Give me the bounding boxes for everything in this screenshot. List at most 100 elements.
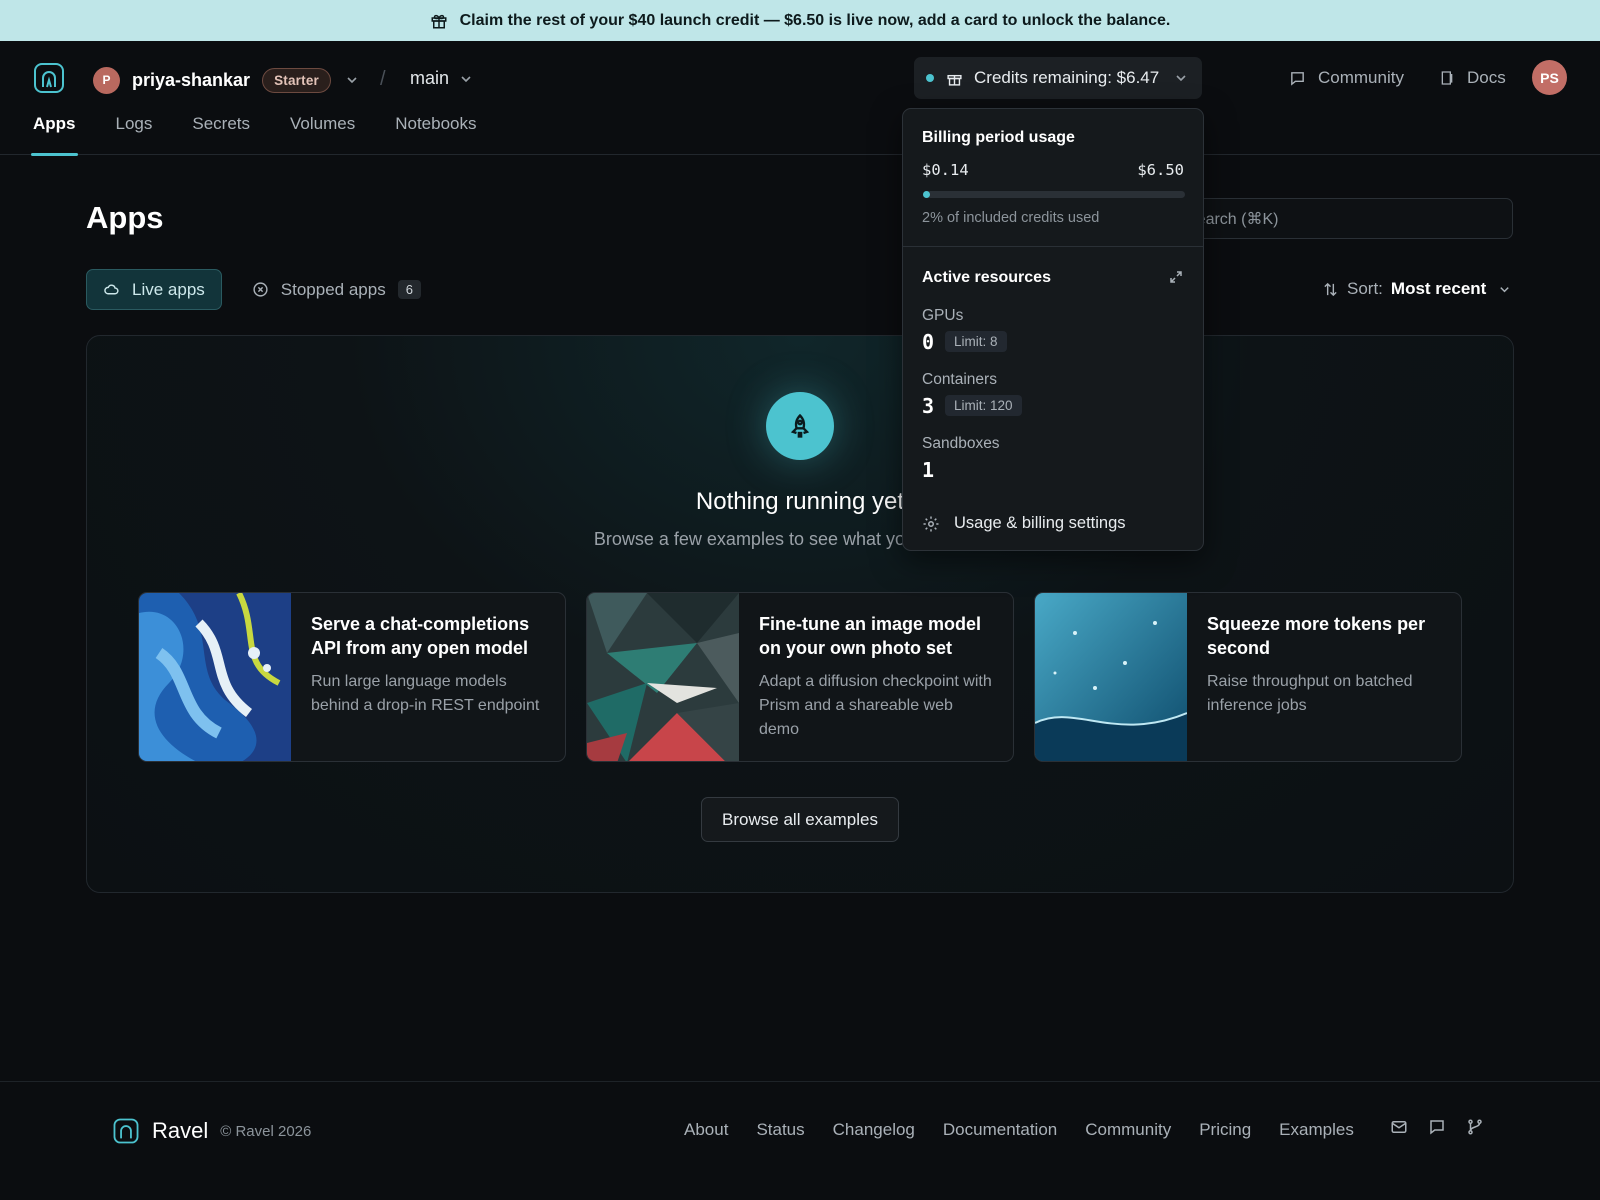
sort-dropdown[interactable]: Sort: Most recent: [1322, 279, 1511, 299]
footer-link-about[interactable]: About: [684, 1120, 728, 1140]
git-branch-icon[interactable]: [1466, 1118, 1484, 1136]
tab-volumes[interactable]: Volumes: [290, 114, 355, 155]
gear-icon: [922, 515, 940, 533]
footer-link-pricing[interactable]: Pricing: [1199, 1120, 1251, 1140]
tab-secrets[interactable]: Secrets: [192, 114, 250, 155]
chat-icon: [1289, 70, 1306, 87]
main-tabs: Apps Logs Secrets Volumes Notebooks: [31, 114, 477, 156]
ravel-logo-icon: [112, 1117, 140, 1145]
chevron-down-icon: [1174, 71, 1188, 85]
empty-state-subtitle: Browse a few examples to see what you co…: [593, 529, 1007, 549]
example-card[interactable]: Squeeze more tokens per second Raise thr…: [1034, 592, 1462, 762]
app-filters: Live apps Stopped apps 6: [86, 269, 421, 310]
environment-name: main: [410, 68, 450, 88]
card-description: Run large language models behind a drop-…: [311, 673, 540, 714]
filter-label: Stopped apps: [280, 279, 386, 299]
divider: [903, 246, 1203, 247]
announcement-banner[interactable]: Claim the rest of your $40 launch credit…: [0, 0, 1600, 41]
usage-title: Billing period usage: [922, 129, 1075, 146]
card-title: Squeeze more tokens per second: [1207, 614, 1426, 658]
resource-value: 1: [922, 458, 935, 482]
resource-label: Containers: [922, 371, 997, 388]
card-title: Serve a chat-completions API from any op…: [311, 614, 530, 658]
page-title: Apps: [86, 200, 164, 235]
community-link-label: Community: [1318, 68, 1404, 87]
status-dot: [926, 74, 934, 82]
usage-used: $0.14: [922, 161, 969, 179]
credits-dropdown-button[interactable]: Credits remaining: $6.47: [914, 57, 1202, 99]
footer-link-documentation[interactable]: Documentation: [943, 1120, 1057, 1140]
resource-limit-badge: Limit: 120: [945, 395, 1022, 416]
example-thumbnail-water: [1035, 593, 1187, 761]
footer-link-community[interactable]: Community: [1085, 1120, 1171, 1140]
docs-link[interactable]: Docs: [1439, 68, 1506, 88]
tab-logs[interactable]: Logs: [116, 114, 153, 155]
sort-label: Sort:: [1347, 279, 1383, 298]
card-description: Adapt a diffusion checkpoint with Prism …: [759, 673, 992, 738]
filter-stopped-apps[interactable]: Stopped apps 6: [252, 269, 421, 310]
example-card[interactable]: Fine-tune an image model on your own pho…: [586, 592, 1014, 762]
footer-link-changelog[interactable]: Changelog: [833, 1120, 915, 1140]
resource-limit-badge: Limit: 8: [945, 331, 1007, 352]
chevron-down-icon: [459, 72, 473, 86]
credits-dropdown-menu: Billing period usage $0.14 $6.50 2% of i…: [902, 108, 1204, 551]
tab-notebooks[interactable]: Notebooks: [395, 114, 476, 155]
usage-progress-fill: [923, 191, 930, 198]
example-card[interactable]: Serve a chat-completions API from any op…: [138, 592, 566, 762]
resource-value: 3: [922, 394, 935, 418]
resource-value: 0: [922, 330, 935, 354]
filter-label: Live apps: [132, 279, 205, 299]
example-thumbnail-low-poly: [587, 593, 739, 761]
mail-icon[interactable]: [1390, 1118, 1408, 1136]
plan-badge: Starter: [262, 67, 331, 93]
browse-examples-button[interactable]: Browse all examples: [701, 797, 899, 842]
card-title: Fine-tune an image model on your own pho…: [759, 614, 982, 658]
usage-total: $6.50: [1137, 161, 1184, 179]
usage-progress-bar: [923, 191, 1185, 198]
footer: Ravel © Ravel 2026 About Status Changelo…: [0, 1081, 1600, 1181]
resource-label: GPUs: [922, 307, 964, 324]
ravel-logo-icon[interactable]: [32, 61, 66, 95]
usage-percent-text: 2% of included credits used: [922, 210, 1100, 226]
footer-links: About Status Changelog Documentation Com…: [684, 1120, 1354, 1140]
expand-icon[interactable]: [1169, 270, 1183, 284]
search-input[interactable]: Search (⌘K): [1185, 198, 1513, 239]
filter-live-apps[interactable]: Live apps: [86, 269, 222, 310]
gift-icon: [946, 70, 963, 87]
rocket-icon: [766, 392, 834, 460]
example-thumbnail-fluid-art: [139, 593, 291, 761]
account-name: priya-shankar: [132, 69, 251, 90]
stop-circle-icon: [252, 281, 269, 298]
sort-icon: [1322, 281, 1339, 298]
tab-apps[interactable]: Apps: [31, 114, 77, 156]
chevron-down-icon: [1498, 283, 1511, 296]
resources-title: Active resources: [922, 269, 1051, 286]
community-link[interactable]: Community: [1289, 68, 1404, 88]
top-navigation: P priya-shankar Starter / main Credits r…: [0, 41, 1600, 156]
footer-link-status[interactable]: Status: [756, 1120, 804, 1140]
sort-value: Most recent: [1390, 279, 1487, 298]
footer-link-examples[interactable]: Examples: [1279, 1120, 1354, 1140]
empty-state-title: Nothing running yet: [695, 488, 905, 515]
chevron-down-icon[interactable]: [345, 73, 359, 87]
resource-label: Sandboxes: [922, 435, 1000, 452]
credits-label: Credits remaining: $6.47: [974, 68, 1160, 87]
book-icon: [1439, 70, 1455, 86]
footer-brand[interactable]: Ravel © Ravel 2026: [112, 1117, 311, 1145]
billing-settings-label: Usage & billing settings: [954, 514, 1126, 532]
footer-copyright: © Ravel 2026: [220, 1122, 312, 1140]
banner-text: Claim the rest of your $40 launch credit…: [459, 11, 1171, 29]
environment-switcher[interactable]: main: [410, 68, 473, 89]
footer-social-icons: [1390, 1118, 1484, 1136]
account-switcher[interactable]: P priya-shankar Starter: [93, 64, 359, 96]
cloud-icon: [103, 281, 120, 298]
billing-settings-link[interactable]: Usage & billing settings: [922, 514, 1126, 533]
chat-icon[interactable]: [1428, 1118, 1446, 1136]
card-description: Raise throughput on batched inference jo…: [1207, 673, 1413, 714]
footer-brand-name: Ravel: [152, 1118, 209, 1143]
account-avatar: P: [93, 66, 120, 94]
user-avatar[interactable]: PS: [1532, 60, 1567, 95]
gift-icon: [430, 12, 448, 30]
breadcrumb-separator: /: [380, 68, 386, 90]
docs-link-label: Docs: [1467, 68, 1506, 87]
